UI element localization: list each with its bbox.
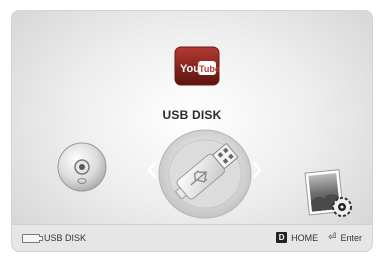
youtube-tube-text: Tube: [199, 64, 220, 74]
usb-small-icon: [22, 233, 43, 243]
chevron-right-icon[interactable]: [252, 161, 262, 179]
youtube-you-text: You: [180, 63, 200, 75]
status-hints: D HOME ⏎ Enter: [276, 232, 362, 243]
status-bar: USB DISK D HOME ⏎ Enter: [12, 224, 372, 251]
selected-menu-title: USB DISK: [162, 108, 222, 122]
usb-icon[interactable]: [145, 122, 265, 222]
home-screen: You Tube USB DISK USB DISK D HOME ⏎ Ente…: [11, 10, 373, 252]
home-key-icon: D: [276, 232, 288, 243]
enter-icon: ⏎: [328, 232, 337, 243]
status-source-label: USB DISK: [44, 233, 87, 243]
photo-settings-icon[interactable]: [301, 165, 359, 223]
enter-hint-label: Enter: [340, 232, 362, 243]
youtube-icon[interactable]: You Tube: [174, 46, 220, 86]
disc-icon[interactable]: [56, 141, 108, 193]
status-source: USB DISK: [22, 233, 86, 243]
chevron-left-icon[interactable]: [147, 161, 157, 179]
home-hint-label: HOME: [291, 232, 319, 243]
